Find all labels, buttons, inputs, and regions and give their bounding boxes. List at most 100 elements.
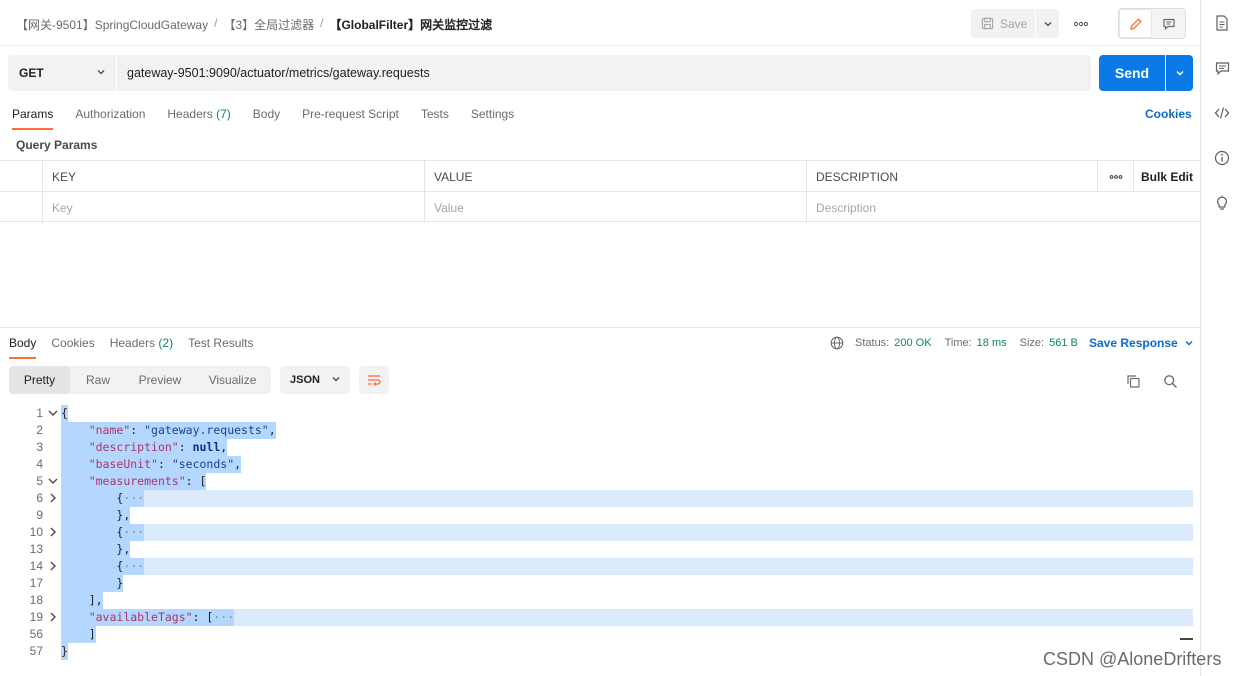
description-input[interactable]: Description bbox=[806, 192, 1200, 223]
json-key: "availableTags" bbox=[88, 610, 193, 624]
status-label: Status: bbox=[855, 337, 890, 349]
chevron-down-icon bbox=[1176, 71, 1183, 76]
format-select[interactable]: JSON bbox=[280, 366, 350, 394]
info-button[interactable] bbox=[1212, 148, 1232, 168]
url-input[interactable]: gateway-9501:9090/actuator/metrics/gatew… bbox=[117, 55, 1091, 91]
tab-settings[interactable]: Settings bbox=[471, 107, 514, 130]
collapsed-ellipsis: ··· bbox=[123, 491, 145, 505]
line-number: 18 bbox=[29, 593, 43, 607]
json-punctuation: , bbox=[234, 457, 242, 471]
column-header-value: VALUE bbox=[424, 161, 806, 192]
view-preview[interactable]: Preview bbox=[126, 366, 194, 394]
collapsed-ellipsis: ··· bbox=[213, 610, 235, 624]
view-raw[interactable]: Raw bbox=[70, 366, 126, 394]
fold-collapsed-icon[interactable] bbox=[47, 526, 59, 538]
line-number: 6 bbox=[36, 491, 43, 505]
line-number: 1 bbox=[36, 406, 43, 420]
pane-divider[interactable] bbox=[0, 327, 1200, 328]
more-options-button[interactable] bbox=[1068, 14, 1094, 34]
json-string: "seconds" bbox=[171, 457, 235, 471]
globe-icon[interactable] bbox=[830, 336, 844, 350]
tab-count: (2) bbox=[158, 336, 174, 350]
document-icon bbox=[1216, 15, 1228, 31]
response-tab-cookies[interactable]: Cookies bbox=[51, 336, 94, 359]
line-number: 56 bbox=[29, 627, 43, 641]
column-header-key: KEY bbox=[42, 161, 424, 192]
key-input[interactable]: Key bbox=[42, 192, 424, 223]
code-line: 13 }, bbox=[0, 541, 1200, 558]
mode-toggle bbox=[1118, 8, 1186, 39]
search-button[interactable] bbox=[1161, 372, 1179, 390]
save-button[interactable]: Save bbox=[971, 9, 1035, 38]
value-input[interactable]: Value bbox=[424, 192, 806, 223]
selection-highlight bbox=[61, 558, 1193, 575]
save-options-button[interactable] bbox=[1036, 9, 1059, 38]
documentation-button[interactable] bbox=[1212, 13, 1232, 33]
size-value[interactable]: 561 B bbox=[1049, 337, 1078, 349]
json-literal: null bbox=[192, 440, 221, 454]
tab-authorization[interactable]: Authorization bbox=[75, 107, 145, 130]
line-number: 13 bbox=[29, 542, 43, 556]
collapsed-ellipsis: ··· bbox=[123, 525, 145, 539]
tab-tests[interactable]: Tests bbox=[421, 107, 449, 130]
fold-collapsed-icon[interactable] bbox=[47, 492, 59, 504]
tab-label: Headers bbox=[109, 336, 156, 350]
response-body-editor[interactable]: 1{2 "name": "gateway.requests", 3 "descri… bbox=[0, 404, 1200, 676]
tab-body[interactable]: Body bbox=[253, 107, 280, 130]
tab-pre-request-script[interactable]: Pre-request Script bbox=[302, 107, 399, 130]
table-options-button[interactable] bbox=[1097, 161, 1133, 192]
response-tab-test-results[interactable]: Test Results bbox=[188, 336, 253, 359]
bulk-edit-button[interactable]: Bulk Edit bbox=[1133, 161, 1200, 192]
comment-mode-button[interactable] bbox=[1152, 9, 1185, 38]
json-punctuation: ] bbox=[88, 627, 96, 641]
code-snippet-button[interactable] bbox=[1212, 103, 1232, 123]
view-visualize[interactable]: Visualize bbox=[194, 366, 271, 394]
code-line: 6 {··· bbox=[0, 490, 1200, 507]
right-sidebar bbox=[1200, 0, 1243, 676]
breadcrumb-request[interactable]: 【GlobalFilter】网关监控过滤 bbox=[329, 16, 492, 33]
fold-collapsed-icon[interactable] bbox=[47, 611, 59, 623]
send-options-button[interactable] bbox=[1166, 55, 1193, 91]
breadcrumb-folder[interactable]: 【3】全局过滤器 bbox=[223, 16, 314, 33]
json-punctuation: : [ bbox=[185, 474, 207, 488]
code-text: {··· bbox=[61, 490, 145, 507]
fold-expanded-icon[interactable] bbox=[47, 407, 59, 419]
more-horizontal-icon bbox=[1109, 174, 1122, 179]
send-button[interactable]: Send bbox=[1099, 55, 1165, 91]
view-pretty[interactable]: Pretty bbox=[9, 366, 70, 394]
comments-button[interactable] bbox=[1212, 58, 1232, 78]
tab-headers[interactable]: Headers (7) bbox=[167, 107, 230, 130]
edit-mode-button[interactable] bbox=[1119, 9, 1152, 38]
time-value[interactable]: 18 ms bbox=[977, 337, 1007, 349]
response-tab-body[interactable]: Body bbox=[9, 336, 37, 359]
cookies-link[interactable]: Cookies bbox=[1145, 107, 1192, 121]
chevron-down-icon bbox=[332, 377, 340, 382]
copy-icon bbox=[1126, 374, 1140, 388]
save-response-button[interactable]: Save Response bbox=[1089, 336, 1194, 350]
postman-app: 【网关-9501】SpringCloudGateway / 【3】全局过滤器 /… bbox=[0, 0, 1200, 676]
line-number: 9 bbox=[36, 508, 43, 522]
code-line: 19 "availableTags": [··· bbox=[0, 609, 1200, 626]
collapsed-ellipsis: ··· bbox=[123, 559, 145, 573]
code-text: ] bbox=[61, 626, 96, 643]
code-text: "availableTags": [··· bbox=[61, 609, 235, 626]
line-number: 14 bbox=[29, 559, 43, 573]
method-select[interactable]: GET bbox=[8, 55, 116, 91]
json-punctuation: } bbox=[61, 644, 68, 658]
wrap-lines-button[interactable] bbox=[359, 366, 389, 394]
related-collections-button[interactable] bbox=[1212, 193, 1232, 213]
query-params-title: Query Params bbox=[16, 138, 98, 152]
status-value[interactable]: 200 OK bbox=[894, 337, 931, 349]
breadcrumb-collection[interactable]: 【网关-9501】SpringCloudGateway bbox=[16, 16, 208, 33]
table-row: Key Value Description bbox=[0, 192, 1200, 223]
code-text: }, bbox=[61, 541, 131, 558]
code-line: 10 {··· bbox=[0, 524, 1200, 541]
row-checkbox-cell bbox=[0, 192, 42, 223]
fold-collapsed-icon[interactable] bbox=[47, 560, 59, 572]
copy-button[interactable] bbox=[1124, 372, 1142, 390]
response-tab-headers[interactable]: Headers (2) bbox=[110, 336, 173, 359]
response-meta: Status: 200 OK Time: 18 ms Size: 561 B bbox=[830, 336, 1086, 350]
fold-expanded-icon[interactable] bbox=[47, 475, 59, 487]
code-text: { bbox=[61, 405, 68, 422]
tab-params[interactable]: Params bbox=[12, 107, 54, 130]
